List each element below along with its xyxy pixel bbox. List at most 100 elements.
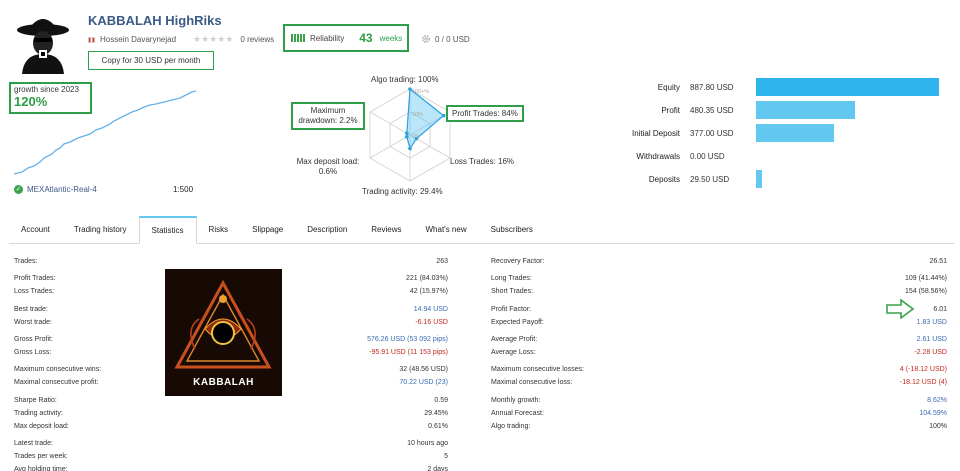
usd-text: 0 / 0 USD	[435, 34, 470, 44]
author-avatar[interactable]	[14, 10, 72, 74]
stat-value: 2.61 USD	[916, 335, 947, 343]
verified-check-icon: ✓	[14, 185, 23, 194]
stat-label: Gross Loss:	[14, 348, 52, 356]
gear-icon	[422, 35, 430, 43]
financial-bar	[756, 101, 855, 119]
stat-value: -6.16 USD	[415, 318, 448, 326]
growth-value: 120%	[14, 94, 48, 109]
stat-label: Max deposit load:	[14, 422, 69, 430]
stat-value: 4 (-18.12 USD)	[899, 365, 947, 373]
financial-row: Initial Deposit 377.00 USD	[600, 124, 952, 142]
kabbalah-caption: KABBALAH	[193, 377, 254, 388]
stat-label: Recovery Factor:	[491, 257, 545, 265]
stat-label: Best trade:	[14, 305, 48, 313]
stat-row: Trading activity: 29.45%	[14, 408, 448, 418]
rating-stars-icon: ★★★★★	[193, 34, 234, 44]
tab-trading-history[interactable]: Trading history	[62, 215, 139, 243]
stat-row: Latest trade: 10 hours ago	[14, 438, 448, 448]
stat-value: 42 (15.97%)	[409, 287, 448, 295]
stat-value: 5	[444, 452, 448, 460]
stat-label: Average Profit:	[491, 335, 538, 343]
stat-value: -18.12 USD (4)	[899, 378, 947, 386]
financial-label: Profit	[661, 105, 680, 115]
stat-value: 221 (84.03%)	[405, 274, 448, 282]
radar-point	[405, 135, 409, 139]
stat-row: Avg holding time: 2 days	[14, 464, 448, 471]
stat-label: Algo trading:	[491, 422, 531, 430]
tab-reviews[interactable]: Reviews	[359, 215, 413, 243]
stat-value: 0.61%	[428, 422, 448, 430]
financial-value: 29.50 USD	[690, 174, 730, 184]
radar-chart: 100+% 50% 0%	[369, 87, 451, 182]
author-name[interactable]: Hossein Davarynejad	[100, 35, 176, 44]
stat-row: Maximum consecutive losses: 4 (-18.12 USD…	[491, 364, 947, 374]
signal-title: KABBALAH HighRiks	[88, 13, 222, 28]
tab-description[interactable]: Description	[295, 215, 359, 243]
stat-label: Annual Forecast:	[491, 409, 544, 417]
stat-label: Expected Payoff:	[491, 318, 544, 326]
financial-label: Deposits	[648, 174, 680, 184]
stat-value: 26.51	[929, 257, 947, 265]
radar-ring-label-100: 100+%	[412, 89, 429, 95]
stat-label: Monthly growth:	[491, 396, 541, 404]
financial-label: Equity	[657, 82, 680, 92]
radar-point	[405, 131, 409, 135]
stat-label: Maximum consecutive wins:	[14, 365, 102, 373]
leverage: 1:500	[173, 185, 194, 194]
broker-name[interactable]: MEXAtlantic-Real-4	[27, 185, 97, 194]
tab-what-s-new[interactable]: What's new	[414, 215, 479, 243]
stat-row: Average Loss: -2.28 USD	[491, 347, 947, 357]
copy-subscribe-button[interactable]: Copy for 30 USD per month	[88, 51, 214, 70]
stat-label: Worst trade:	[14, 318, 52, 326]
tab-account[interactable]: Account	[9, 215, 62, 243]
financial-row: Profit 480.35 USD	[600, 101, 952, 119]
tab-risks[interactable]: Risks	[197, 215, 241, 243]
radar-label-activity: Trading activity: 29.4%	[362, 187, 443, 196]
growth-badge: growth since 2023 120%	[9, 82, 92, 114]
radar-label-drawdown: Maximum drawdown: 2.2%	[291, 102, 365, 130]
financial-bar	[756, 124, 834, 142]
weeks-unit: weeks	[379, 33, 403, 43]
stat-value: -95.91 USD (11 153 pips)	[369, 348, 448, 356]
financial-label: Initial Deposit	[631, 128, 680, 138]
financial-row: Equity 887.80 USD	[600, 78, 952, 96]
reliability-label: Reliability	[310, 33, 345, 43]
tab-subscribers[interactable]: Subscribers	[479, 215, 545, 243]
stat-value: 0.59	[434, 396, 448, 404]
stat-value: 32 (48.56 USD)	[399, 365, 448, 373]
weeks-value: 43	[359, 31, 373, 45]
stat-label: Loss Trades:	[14, 287, 55, 295]
reliability-badge: Reliability 43 weeks	[283, 24, 409, 52]
subscribers-usd: 0 / 0 USD	[421, 34, 470, 44]
radar-label-profit-trades: Profit Trades: 84%	[446, 105, 524, 122]
radar-label-algo: Algo trading: 100%	[371, 75, 439, 84]
stat-label: Short Trades:	[491, 287, 534, 295]
stat-label: Latest trade:	[14, 439, 53, 447]
financial-bar	[756, 78, 939, 96]
stat-row: Annual Forecast: 104.59%	[491, 408, 947, 418]
stat-row: Recovery Factor: 26.51	[491, 256, 947, 266]
stat-label: Maximal consecutive profit:	[14, 378, 99, 386]
stat-label: Profit Trades:	[14, 274, 56, 282]
stat-value: 10 hours ago	[407, 439, 448, 447]
stat-value: 29.45%	[424, 409, 448, 417]
stat-row: Average Profit: 2.61 USD	[491, 334, 947, 344]
financial-value: 0.00 USD	[690, 151, 725, 161]
stat-label: Avg holding time:	[14, 465, 68, 471]
canada-flag-icon	[88, 36, 95, 43]
stat-value: 1.83 USD	[916, 318, 947, 326]
stat-value: 576.26 USD (53 092 pips)	[367, 335, 448, 343]
tab-statistics[interactable]: Statistics	[138, 216, 197, 244]
financial-value: 377.00 USD	[690, 128, 734, 138]
radar-ring-label-0: 0%	[412, 134, 420, 140]
reviews-count[interactable]: 0 reviews	[240, 35, 274, 44]
stat-value: 104.59%	[919, 409, 947, 417]
stat-label: Maximal consecutive loss:	[491, 378, 573, 386]
stat-label: Trades per week:	[14, 452, 68, 460]
stat-row: Short Trades: 154 (58.56%)	[491, 286, 947, 296]
tab-slippage[interactable]: Slippage	[240, 215, 295, 243]
stat-row: Trades per week: 5	[14, 451, 448, 461]
stat-value: 70.22 USD (23)	[399, 378, 448, 386]
radar-point	[441, 113, 446, 118]
financial-value: 887.80 USD	[690, 82, 734, 92]
